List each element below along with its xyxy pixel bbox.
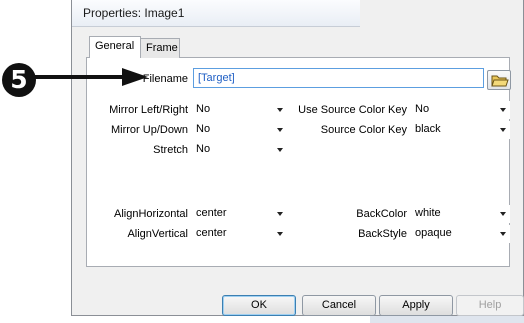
- source-color-key-value: black: [415, 123, 441, 135]
- dialog-title: Properties: Image1: [83, 6, 185, 20]
- mirror-left-right-select[interactable]: No: [193, 101, 287, 119]
- align-horizontal-select[interactable]: center: [193, 205, 287, 223]
- source-color-key-label: Source Color Key: [320, 124, 407, 136]
- chevron-down-icon: [277, 108, 283, 112]
- filename-value: [Target]: [198, 72, 235, 84]
- cancel-button[interactable]: Cancel: [302, 295, 376, 316]
- browse-button[interactable]: [487, 70, 511, 90]
- source-color-key-select[interactable]: black: [412, 121, 510, 139]
- use-source-color-key-value: No: [415, 103, 430, 115]
- stretch-select[interactable]: No: [193, 141, 287, 159]
- chevron-down-icon: [500, 212, 506, 216]
- chevron-down-icon: [500, 108, 506, 112]
- mirror-up-down-label: Mirror Up/Down: [110, 124, 188, 136]
- align-horizontal-value: center: [196, 207, 227, 219]
- tab-general[interactable]: General: [89, 36, 141, 58]
- mirror-left-right-label: Mirror Left/Right: [109, 104, 188, 116]
- use-source-color-key-select[interactable]: No: [412, 101, 510, 119]
- apply-button[interactable]: Apply: [379, 295, 453, 316]
- tab-frame-label: Frame: [146, 42, 178, 54]
- chevron-down-icon: [500, 128, 506, 132]
- align-vertical-value: center: [196, 227, 227, 239]
- back-color-value: white: [415, 207, 441, 219]
- mirror-left-right-value: No: [196, 103, 211, 115]
- mirror-up-down-value: No: [196, 123, 211, 135]
- callout-arrow-icon: [30, 68, 148, 86]
- back-color-select[interactable]: white: [412, 205, 510, 223]
- back-style-label: BackStyle: [358, 228, 407, 240]
- use-source-color-key-label: Use Source Color Key: [298, 104, 407, 116]
- back-color-label: BackColor: [356, 208, 407, 220]
- tab-frame[interactable]: Frame: [140, 38, 180, 58]
- chevron-down-icon: [277, 232, 283, 236]
- step-number-badge: 5: [2, 63, 36, 97]
- folder-open-icon: [491, 75, 509, 87]
- chevron-down-icon: [500, 232, 506, 236]
- mirror-up-down-select[interactable]: No: [193, 121, 287, 139]
- back-style-value: opaque: [415, 227, 452, 239]
- back-style-select[interactable]: opaque: [412, 225, 510, 243]
- dialog-titlebar[interactable]: Properties: Image1: [72, 0, 360, 27]
- ok-button[interactable]: OK: [222, 295, 296, 316]
- align-vertical-label: AlignVertical: [127, 228, 188, 240]
- align-horizontal-label: AlignHorizontal: [114, 208, 188, 220]
- chevron-down-icon: [277, 148, 283, 152]
- stretch-value: No: [196, 143, 211, 155]
- filename-field[interactable]: [Target]: [193, 68, 484, 88]
- align-vertical-select[interactable]: center: [193, 225, 287, 243]
- stretch-label: Stretch: [153, 144, 188, 156]
- chevron-down-icon: [277, 128, 283, 132]
- tab-general-label: General: [95, 40, 135, 52]
- properties-dialog: Properties: Image1 General Frame Filenam…: [71, 0, 524, 316]
- help-button[interactable]: Help: [456, 295, 524, 316]
- chevron-down-icon: [277, 212, 283, 216]
